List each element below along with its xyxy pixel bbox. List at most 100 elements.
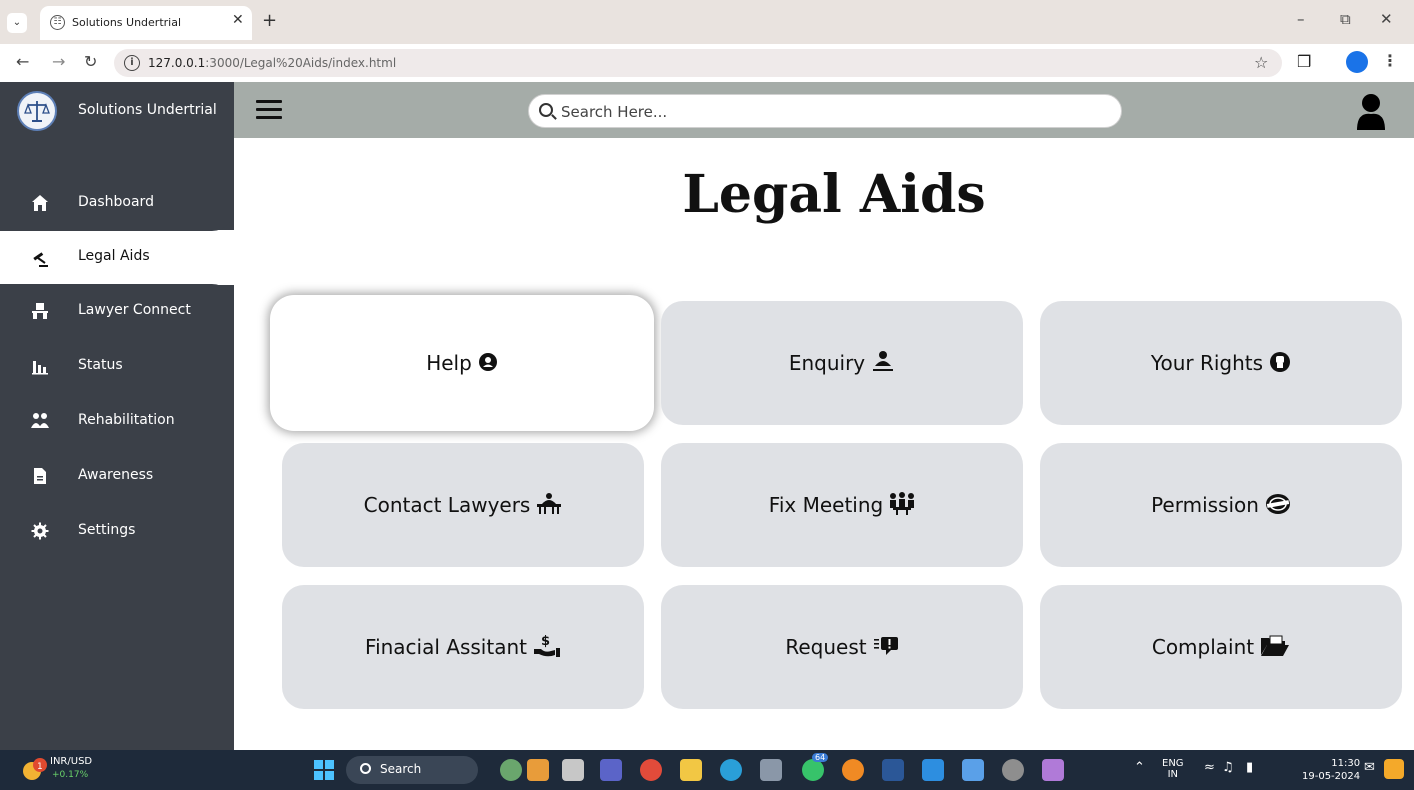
fist-icon — [1269, 351, 1291, 376]
brand: Solutions Undertrial — [0, 82, 234, 138]
browser-toolbar: ← → ↻ i 127.0.0.1:3000/Legal%20Aids/inde… — [0, 44, 1414, 82]
tab-title: Solutions Undertrial — [72, 16, 182, 29]
chrome-icon[interactable] — [640, 759, 662, 781]
ticker-name: INR/USD — [50, 756, 93, 767]
battery-icon[interactable]: ▮ — [1246, 760, 1253, 775]
forward-icon[interactable]: → — [52, 52, 65, 71]
sidebar-item-rehabilitation[interactable]: Rehabilitation — [0, 394, 234, 449]
sidebar-item-legal-aids[interactable]: Legal Aids — [14, 230, 234, 285]
tray-overflow-icon[interactable]: ⌃ — [1134, 760, 1145, 775]
meeting-icon — [889, 491, 915, 519]
taskbar-search-label: Search — [380, 762, 422, 776]
widget-app-icon[interactable] — [500, 759, 522, 781]
search-bar[interactable] — [528, 94, 1122, 128]
ticker-change: +0.17% — [52, 770, 89, 780]
page-title: Legal Aids — [682, 164, 986, 225]
taskbar-search[interactable]: Search — [346, 756, 478, 784]
folder-icon — [1260, 635, 1290, 660]
restore-icon[interactable]: ⧉ — [1340, 10, 1351, 28]
os-taskbar: 1 INR/USD +0.17% Search 64 ⌃ ENG IN ≈ ♫ ▮… — [0, 750, 1414, 790]
settings-app-icon[interactable] — [1002, 759, 1024, 781]
copilot-icon[interactable] — [1384, 759, 1404, 779]
card-label: Complaint — [1151, 635, 1255, 659]
card-contact-lawyers[interactable]: Contact Lawyers — [282, 443, 644, 567]
store-icon[interactable] — [760, 759, 782, 781]
gavel-icon — [30, 248, 50, 268]
clock[interactable]: 11:30 19-05-2024 — [1302, 757, 1360, 783]
browser-tab[interactable]: ☷ Solutions Undertrial ✕ — [40, 6, 252, 40]
scales-logo-icon — [17, 91, 57, 131]
globe-icon: ☷ — [50, 15, 65, 30]
sidebar-item-awareness[interactable]: Awareness — [0, 449, 234, 504]
search-input[interactable] — [561, 99, 1101, 125]
wifi-icon[interactable]: ≈ — [1204, 760, 1215, 775]
card-financial-assistant[interactable]: Finacial Assitant $ — [282, 585, 644, 709]
sidebar-item-label: Lawyer Connect — [78, 302, 191, 318]
sidebar-item-label: Status — [78, 357, 123, 373]
notification-icon[interactable]: ✉ — [1364, 760, 1375, 775]
court-icon — [536, 492, 562, 519]
task-view-icon[interactable] — [562, 759, 584, 781]
card-label: Your Rights — [1150, 351, 1264, 375]
search-icon — [360, 763, 371, 774]
svg-text:1: 1 — [37, 762, 43, 772]
teams-icon[interactable] — [600, 759, 622, 781]
home-icon — [30, 194, 50, 214]
card-enquiry[interactable]: Enquiry — [661, 301, 1023, 425]
enquiry-icon — [871, 350, 895, 377]
language-indicator[interactable]: ENG IN — [1162, 758, 1184, 780]
windows-start-icon[interactable] — [314, 760, 334, 780]
extensions-icon[interactable]: ❒ — [1297, 52, 1311, 71]
sidebar-item-lawyer-connect[interactable]: Lawyer Connect — [0, 284, 234, 339]
stamp-icon — [1265, 493, 1291, 518]
sidebar-item-settings[interactable]: Settings — [0, 504, 234, 559]
edge-icon[interactable] — [720, 759, 742, 781]
vscode-icon[interactable] — [922, 759, 944, 781]
card-request[interactable]: Request — [661, 585, 1023, 709]
sidebar: Solutions Undertrial Dashboard Legal Aid… — [0, 82, 234, 750]
card-fix-meeting[interactable]: Fix Meeting — [661, 443, 1023, 567]
chrome-canary-icon[interactable] — [842, 759, 864, 781]
card-help[interactable]: Help — [270, 295, 654, 431]
main-content: Legal Aids Help Enquiry Your Rights Cont… — [234, 138, 1414, 750]
whatsapp-icon[interactable]: 64 — [802, 753, 829, 781]
notepad-icon[interactable] — [962, 759, 984, 781]
sidebar-menu: Dashboard Legal Aids Lawyer Connect Stat… — [0, 176, 234, 559]
browser-tab-strip: ⌄ ☷ Solutions Undertrial ✕ + – ⧉ ✕ — [0, 0, 1414, 44]
browser-menu-icon[interactable]: ⋮ — [1382, 51, 1398, 70]
address-bar[interactable]: i 127.0.0.1:3000/Legal%20Aids/index.html… — [114, 49, 1282, 77]
word-icon[interactable] — [882, 759, 904, 781]
tab-search-button[interactable]: ⌄ — [7, 13, 27, 33]
close-window-icon[interactable]: ✕ — [1380, 10, 1393, 28]
request-icon — [873, 636, 899, 659]
app-header — [234, 82, 1414, 138]
snipping-tool-icon[interactable] — [1042, 759, 1064, 781]
svg-text:$: $ — [541, 634, 550, 649]
card-label: Request — [785, 635, 867, 659]
new-tab-icon[interactable]: + — [262, 10, 277, 31]
card-your-rights[interactable]: Your Rights — [1040, 301, 1402, 425]
back-icon[interactable]: ← — [16, 52, 29, 71]
card-label: Enquiry — [788, 351, 866, 375]
minimize-icon[interactable]: – — [1297, 10, 1305, 28]
reload-icon[interactable]: ↻ — [84, 52, 97, 71]
paint-app-icon[interactable] — [527, 759, 549, 781]
bar-chart-icon — [30, 357, 50, 377]
file-explorer-icon[interactable] — [680, 759, 702, 781]
card-complaint[interactable]: Complaint — [1040, 585, 1402, 709]
hamburger-menu-icon[interactable] — [256, 100, 282, 120]
card-label: Contact Lawyers — [363, 493, 531, 517]
search-icon — [539, 103, 553, 117]
user-avatar-icon[interactable] — [1354, 92, 1388, 132]
bookmark-star-icon[interactable]: ☆ — [1254, 53, 1268, 72]
sidebar-item-label: Dashboard — [78, 194, 154, 210]
money-hand-icon: $ — [533, 633, 561, 662]
card-permission[interactable]: Permission — [1040, 443, 1402, 567]
close-tab-icon[interactable]: ✕ — [232, 12, 244, 28]
sidebar-item-dashboard[interactable]: Dashboard — [0, 176, 234, 231]
stock-widget-icon[interactable]: 1 — [22, 757, 48, 781]
profile-avatar-icon[interactable] — [1346, 51, 1368, 73]
volume-icon[interactable]: ♫ — [1222, 760, 1234, 775]
sidebar-item-status[interactable]: Status — [0, 339, 234, 394]
site-info-icon[interactable]: i — [124, 55, 140, 71]
